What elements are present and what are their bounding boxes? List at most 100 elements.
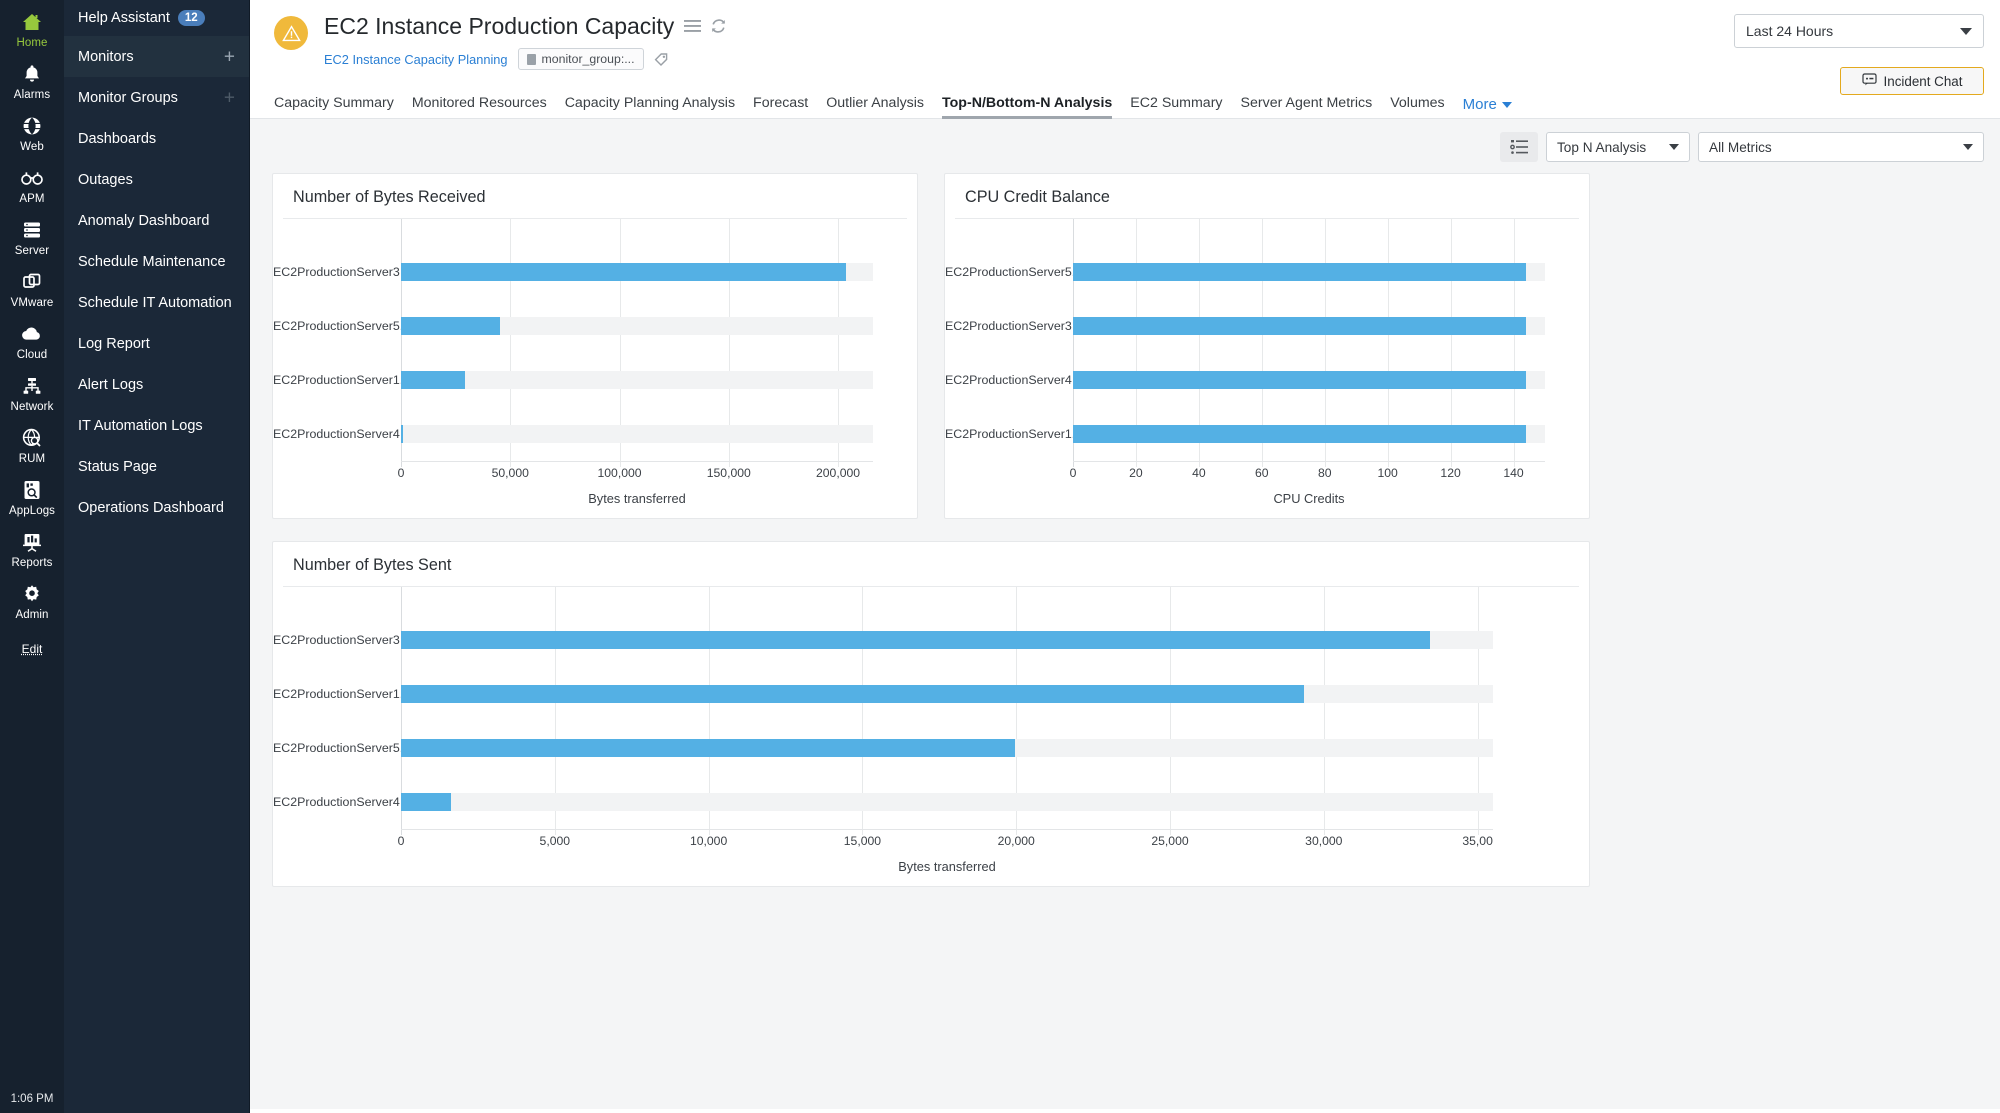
monitor-group-chip[interactable]: monitor_group:... bbox=[518, 48, 644, 70]
rail-item-cloud[interactable]: Cloud bbox=[0, 316, 64, 368]
hamburger-icon[interactable] bbox=[684, 19, 701, 33]
bar-value[interactable] bbox=[401, 425, 403, 443]
nav-item-status-page[interactable]: Status Page bbox=[64, 446, 249, 487]
bar-track bbox=[1073, 263, 1545, 281]
refresh-icon[interactable] bbox=[710, 18, 727, 34]
bar-row[interactable]: EC2ProductionServer3 bbox=[945, 299, 1589, 353]
rail-item-vmware[interactable]: VMware bbox=[0, 264, 64, 316]
nav-item-schedule-maintenance[interactable]: Schedule Maintenance bbox=[64, 241, 249, 282]
bar-row[interactable]: EC2ProductionServer1.4 bbox=[273, 667, 1589, 721]
bar-row[interactable]: EC2ProductionServer4 bbox=[273, 775, 1589, 829]
tab-capacity-planning-analysis[interactable]: Capacity Planning Analysis bbox=[565, 95, 735, 118]
tab-forecast[interactable]: Forecast bbox=[753, 95, 808, 118]
metric-select[interactable]: All Metrics bbox=[1698, 132, 1984, 162]
rail-item-reports[interactable]: Reports bbox=[0, 524, 64, 576]
nav-item-outages[interactable]: Outages bbox=[64, 159, 249, 200]
tab-more-button[interactable]: More bbox=[1463, 96, 1512, 118]
bar-value[interactable] bbox=[401, 739, 1015, 757]
layers-icon bbox=[22, 271, 42, 293]
bar-row[interactable]: EC2ProductionServer4 bbox=[273, 407, 917, 461]
chip-square-icon bbox=[527, 54, 536, 65]
tab-ec2-summary[interactable]: EC2 Summary bbox=[1130, 95, 1222, 118]
bar-value[interactable] bbox=[401, 317, 500, 335]
x-axis-label: Bytes transferred bbox=[401, 491, 873, 506]
rail-item-web[interactable]: Web bbox=[0, 108, 64, 160]
nav-item-monitors[interactable]: Monitors + bbox=[64, 36, 249, 77]
nav-item-dashboards[interactable]: Dashboards bbox=[64, 118, 249, 159]
bar-chart-bytes-sent: EC2ProductionServer3EC2ProductionServer1… bbox=[273, 587, 1589, 874]
rail-item-server[interactable]: Server bbox=[0, 212, 64, 264]
bar-value[interactable] bbox=[1073, 263, 1526, 281]
bar-value[interactable] bbox=[401, 371, 465, 389]
tab-top-n-bottom-n-analysis[interactable]: Top-N/Bottom-N Analysis bbox=[942, 95, 1112, 118]
time-range-select[interactable]: Last 24 Hours bbox=[1734, 14, 1984, 48]
x-tick-label: 25,000 bbox=[1151, 834, 1188, 848]
x-tick-label: 100 bbox=[1377, 466, 1397, 480]
x-tick-label: 150,000 bbox=[707, 466, 751, 480]
nav-item-schedule-it-automation[interactable]: Schedule IT Automation bbox=[64, 282, 249, 323]
bar-category-label: EC2ProductionServer1.4 bbox=[945, 427, 1073, 441]
tab-monitored-resources[interactable]: Monitored Resources bbox=[412, 95, 547, 118]
page-title: EC2 Instance Production Capacity bbox=[324, 12, 674, 40]
analysis-type-select[interactable]: Top N Analysis bbox=[1546, 132, 1690, 162]
bar-value[interactable] bbox=[1073, 371, 1526, 389]
rail-item-home[interactable]: Home bbox=[0, 4, 64, 56]
bar-row[interactable]: EC2ProductionServer1.4 bbox=[273, 353, 917, 407]
rail-edit-link[interactable]: Edit bbox=[22, 642, 43, 656]
rail-item-network[interactable]: Network bbox=[0, 368, 64, 420]
bar-value[interactable] bbox=[401, 631, 1430, 649]
nav-help-label: Help Assistant bbox=[78, 10, 170, 26]
tab-outlier-analysis[interactable]: Outlier Analysis bbox=[826, 95, 924, 118]
nav-item-alert-logs[interactable]: Alert Logs bbox=[64, 364, 249, 405]
nav-item-log-report[interactable]: Log Report bbox=[64, 323, 249, 364]
rail-label: Web bbox=[20, 140, 44, 154]
rail-item-rum[interactable]: RUM bbox=[0, 420, 64, 472]
nav-panel: Help Assistant 12 Monitors + Monitor Gro… bbox=[64, 0, 250, 1113]
plus-icon[interactable]: + bbox=[224, 47, 235, 66]
bar-value[interactable] bbox=[401, 793, 451, 811]
presentation-chart-icon bbox=[22, 531, 42, 553]
bar-value[interactable] bbox=[401, 263, 846, 281]
rail-item-alarms[interactable]: Alarms bbox=[0, 56, 64, 108]
bar-category-label: EC2ProductionServer4 bbox=[945, 373, 1073, 387]
bar-row[interactable]: EC2ProductionServer5.1 bbox=[273, 721, 1589, 775]
plus-icon[interactable]: + bbox=[224, 88, 235, 107]
bar-value[interactable] bbox=[401, 685, 1304, 703]
bar-row[interactable]: EC2ProductionServer3 bbox=[273, 245, 917, 299]
tab-server-agent-metrics[interactable]: Server Agent Metrics bbox=[1241, 95, 1373, 118]
rail-item-admin[interactable]: Admin bbox=[0, 576, 64, 628]
x-tick-label: 0 bbox=[1070, 466, 1077, 480]
nav-item-anomaly-dashboard[interactable]: Anomaly Dashboard bbox=[64, 200, 249, 241]
bar-value[interactable] bbox=[1073, 317, 1526, 335]
nav-item-label: Schedule IT Automation bbox=[78, 295, 232, 311]
list-settings-icon[interactable] bbox=[1500, 132, 1538, 162]
rail-label: RUM bbox=[19, 452, 46, 466]
rail-label: Reports bbox=[12, 556, 53, 570]
bar-row[interactable]: EC2ProductionServer1.4 bbox=[945, 407, 1589, 461]
bar-track bbox=[1073, 317, 1545, 335]
bar-row[interactable]: EC2ProductionServer5.1 bbox=[945, 245, 1589, 299]
bar-row[interactable]: EC2ProductionServer4 bbox=[945, 353, 1589, 407]
tab-capacity-summary[interactable]: Capacity Summary bbox=[274, 95, 394, 118]
x-axis-label: CPU Credits bbox=[1073, 491, 1545, 506]
bar-chart-bytes-received: EC2ProductionServer3 EC2ProductionServer5… bbox=[273, 219, 917, 506]
chart-title: Number of Bytes Received bbox=[283, 188, 907, 219]
nav-item-it-automation-logs[interactable]: IT Automation Logs bbox=[64, 405, 249, 446]
tab-volumes[interactable]: Volumes bbox=[1390, 95, 1444, 118]
nav-item-label: Schedule Maintenance bbox=[78, 254, 226, 270]
nav-item-operations-dashboard[interactable]: Operations Dashboard bbox=[64, 487, 249, 528]
breadcrumb-link[interactable]: EC2 Instance Capacity Planning bbox=[324, 52, 508, 67]
bar-row[interactable]: EC2ProductionServer3 bbox=[273, 613, 1589, 667]
bar-chart-cpu-credit-balance: EC2ProductionServer5.1EC2ProductionServe… bbox=[945, 219, 1589, 506]
bar-track bbox=[401, 793, 1493, 811]
rail-item-applogs[interactable]: AppLogs bbox=[0, 472, 64, 524]
bar-row[interactable]: EC2ProductionServer5.1 bbox=[273, 299, 917, 353]
tag-icon[interactable] bbox=[654, 52, 669, 67]
nav-help-assistant[interactable]: Help Assistant 12 bbox=[64, 0, 249, 36]
bar-value[interactable] bbox=[1073, 425, 1526, 443]
rail-item-apm[interactable]: APM bbox=[0, 160, 64, 212]
globe-icon bbox=[22, 115, 42, 137]
bar-category-label: EC2ProductionServer3 bbox=[273, 265, 401, 279]
nav-item-monitor-groups[interactable]: Monitor Groups + bbox=[64, 77, 249, 118]
incident-chat-button[interactable]: Incident Chat bbox=[1840, 67, 1984, 95]
